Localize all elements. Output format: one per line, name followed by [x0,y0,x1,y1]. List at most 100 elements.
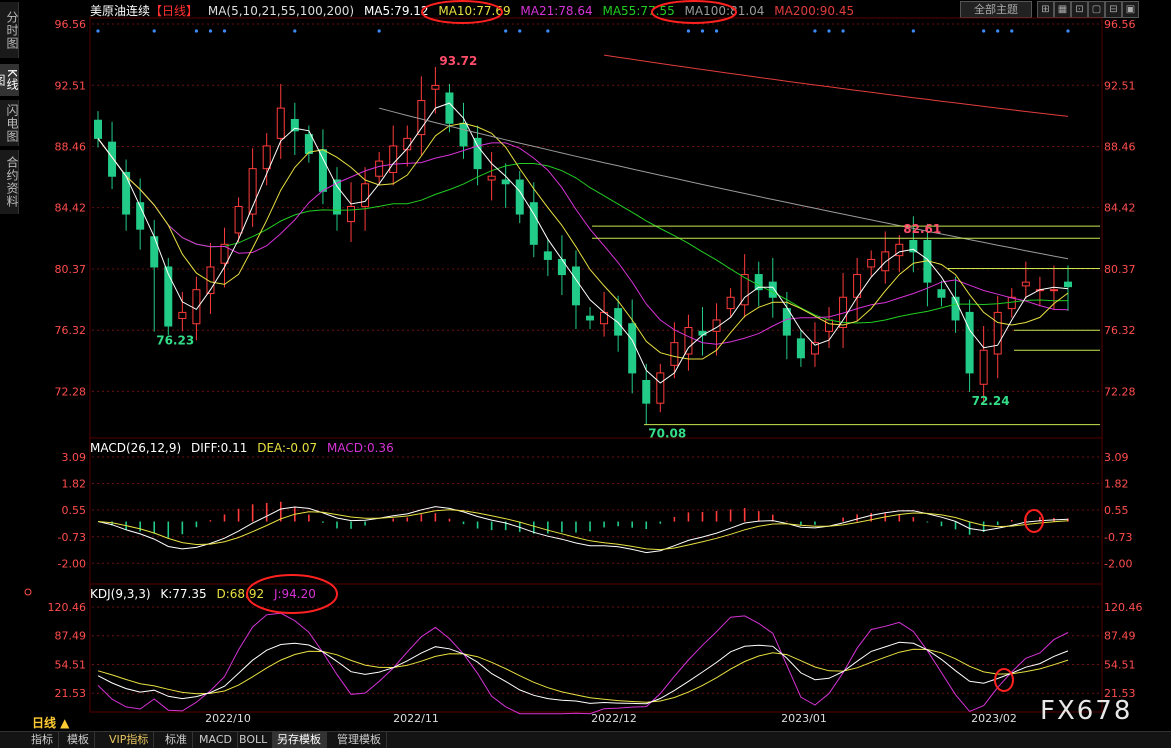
candle-body [614,308,623,336]
chart-canvas: 72.28 72.28 76.32 76.32 80.37 80.37 84.42 84.42… [24,0,1143,725]
candle-body [347,205,356,223]
candle-body [684,327,693,355]
candle-body [656,372,665,404]
macd-tick-right-4: -2.00 [1104,557,1132,570]
macd-tick-right-1: 1.82 [1104,478,1129,491]
signal-dot [813,29,817,33]
candle-body [796,338,805,359]
macd-panel-frame [89,437,1103,585]
candle-body [487,175,496,181]
macd-tick-left-1: 1.82 [62,478,87,491]
candle-body [417,100,426,136]
annotation-circle-ma100 [651,0,737,24]
annotation-circle-ma10 [421,0,503,24]
ma5-line [97,102,1069,384]
signal-dot [293,29,297,33]
signal-dot [152,29,156,33]
macd-tick-left-0: 3.09 [62,451,87,464]
kdj-tick-left-0: 120.46 [48,601,87,614]
kdj-tick-left-2: 54.51 [55,658,87,671]
candle-body [375,160,384,177]
candle-body [304,134,313,155]
price-tick-right-0: 72.28 [1104,385,1136,398]
bottom-tab-1[interactable]: 模板 [62,732,95,748]
price-tick-right-2: 80.37 [1104,263,1136,276]
price-tick-left-2: 80.37 [55,263,87,276]
ma100-line [379,107,1069,260]
kdj-k-line [97,641,1069,705]
candle-body [965,311,974,374]
candle-body [515,179,524,215]
kdj-tick-left-1: 87.49 [55,630,87,643]
price-tick-right-5: 92.51 [1104,79,1136,92]
candles-group [94,66,1072,425]
candle-body [164,266,173,327]
chart-window: 分时图K线图闪电图合约资料 美原油连续【日线】 MA(5,10,21,55,10… [0,0,1171,748]
signal-dot [208,29,213,33]
candle-body [1064,281,1072,288]
bottom-tab-2[interactable]: VIP指标 [104,732,155,748]
candle-body [431,84,440,90]
bottom-tab-6[interactable]: 另存模板 [272,732,327,748]
macd-tick-left-4: -2.00 [58,557,86,570]
candle-body [361,183,370,207]
price-tick-left-4: 88.46 [55,141,87,154]
macd-tick-left-2: 0.55 [62,504,87,517]
candle-body [1021,281,1030,287]
signal-dot [700,29,705,33]
signal-dot [546,29,550,33]
price-label-4: 72.24 [972,394,1010,408]
period-switch[interactable]: 日线 ▲ [32,714,69,731]
macd-tick-left-3: -0.73 [58,531,86,544]
signal-dot [911,29,915,33]
kdj-d-line [97,648,1069,703]
candle-body [782,308,791,336]
candle-body [459,122,468,147]
price-tick-left-6: 96.56 [55,18,87,31]
candle-body [262,145,271,170]
candle-body [276,107,285,139]
candle-body [867,258,876,268]
kdj-j-line [97,612,1069,715]
candle-body [628,323,637,374]
macd-histogram [111,501,1069,538]
candle-body [557,258,566,276]
candle-body [389,145,398,173]
signal-dot [982,29,986,33]
ma21-line [97,138,1069,345]
price-tick-left-0: 72.28 [55,385,87,398]
candle-body [318,149,327,192]
candle-body [768,281,777,298]
kdj-panel-frame [89,583,1103,713]
kdj-tick-left-3: 21.53 [55,687,87,700]
candle-body [726,296,735,310]
candle-body [332,179,341,215]
price-label-0: 93.72 [439,54,477,68]
signal-dot [996,29,1000,33]
candle-body [178,311,187,319]
kdj-tick-right-2: 54.51 [1104,658,1136,671]
price-tick-left-3: 84.42 [55,202,87,215]
signal-dot [377,29,381,33]
price-tick-right-1: 76.32 [1104,324,1136,337]
bottom-tab-4[interactable]: MACD [194,732,238,748]
watermark-logo: FX678 [1040,696,1133,726]
bottom-tab-7[interactable]: 管理模板 [332,732,387,748]
bottom-tab-5[interactable]: BOLL [234,732,274,748]
x-label-4: 2023/02 [971,712,1017,725]
bottom-tab-3[interactable]: 标准 [160,732,193,748]
candle-body [108,141,117,177]
candle-body [698,330,707,336]
candle-body [1049,289,1058,292]
signal-dot [1010,29,1014,33]
bottom-tab-0[interactable]: 指标 [26,732,59,748]
price-tick-right-4: 88.46 [1104,141,1136,154]
price-tick-right-6: 96.56 [1104,18,1136,31]
signal-dot [222,29,227,33]
x-label-1: 2022/11 [393,712,439,725]
price-tick-left-5: 92.51 [55,79,87,92]
macd-tick-right-3: -0.73 [1104,531,1132,544]
macd-tick-right-2: 0.55 [1104,504,1129,517]
candle-body [993,311,1002,355]
candle-body [150,236,159,268]
